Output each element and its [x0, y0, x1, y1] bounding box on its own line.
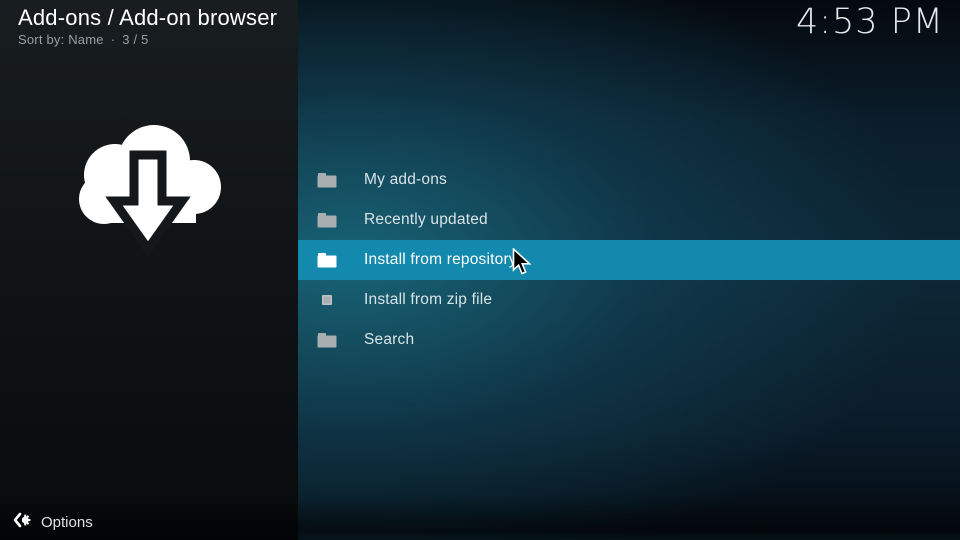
header: Add-ons / Add-on browser Sort by: Name · 3… [18, 5, 277, 47]
folder-icon [316, 212, 338, 228]
options-label: Options [41, 513, 93, 531]
addon-browser-menu: My add-ons Recently updated Install from… [298, 160, 960, 360]
sort-by-label: Sort by: Name [18, 32, 104, 48]
menu-item-recently-updated[interactable]: Recently updated [298, 200, 960, 240]
folder-icon [316, 172, 338, 188]
page-title: Add-ons / Add-on browser [18, 5, 278, 30]
clock: 4:53 PM [795, 2, 944, 42]
menu-item-label: My add-ons [364, 171, 447, 188]
sort-status: Sort by: Name · 3 / 5 [18, 32, 277, 47]
options-button[interactable]: Options [0, 504, 298, 540]
options-gear-icon [12, 511, 31, 534]
menu-item-search[interactable]: Search [298, 320, 960, 360]
folder-icon [316, 252, 338, 268]
sidebar: Add-ons / Add-on browser Sort by: Name · 3… [0, 0, 298, 540]
separator-dot: · [110, 32, 116, 48]
menu-item-label: Install from zip file [364, 291, 493, 308]
menu-item-label: Recently updated [364, 211, 488, 228]
menu-item-my-addons[interactable]: My add-ons [298, 160, 960, 200]
file-icon [316, 295, 338, 305]
menu-item-label: Install from repository [364, 251, 517, 268]
position-indicator: 3 / 5 [122, 32, 149, 48]
cloud-download-icon [70, 118, 228, 268]
menu-item-label: Search [364, 331, 415, 348]
menu-item-install-from-repository[interactable]: Install from repository [298, 240, 960, 280]
menu-item-install-from-zip[interactable]: Install from zip file [298, 280, 960, 320]
folder-icon [316, 332, 338, 348]
